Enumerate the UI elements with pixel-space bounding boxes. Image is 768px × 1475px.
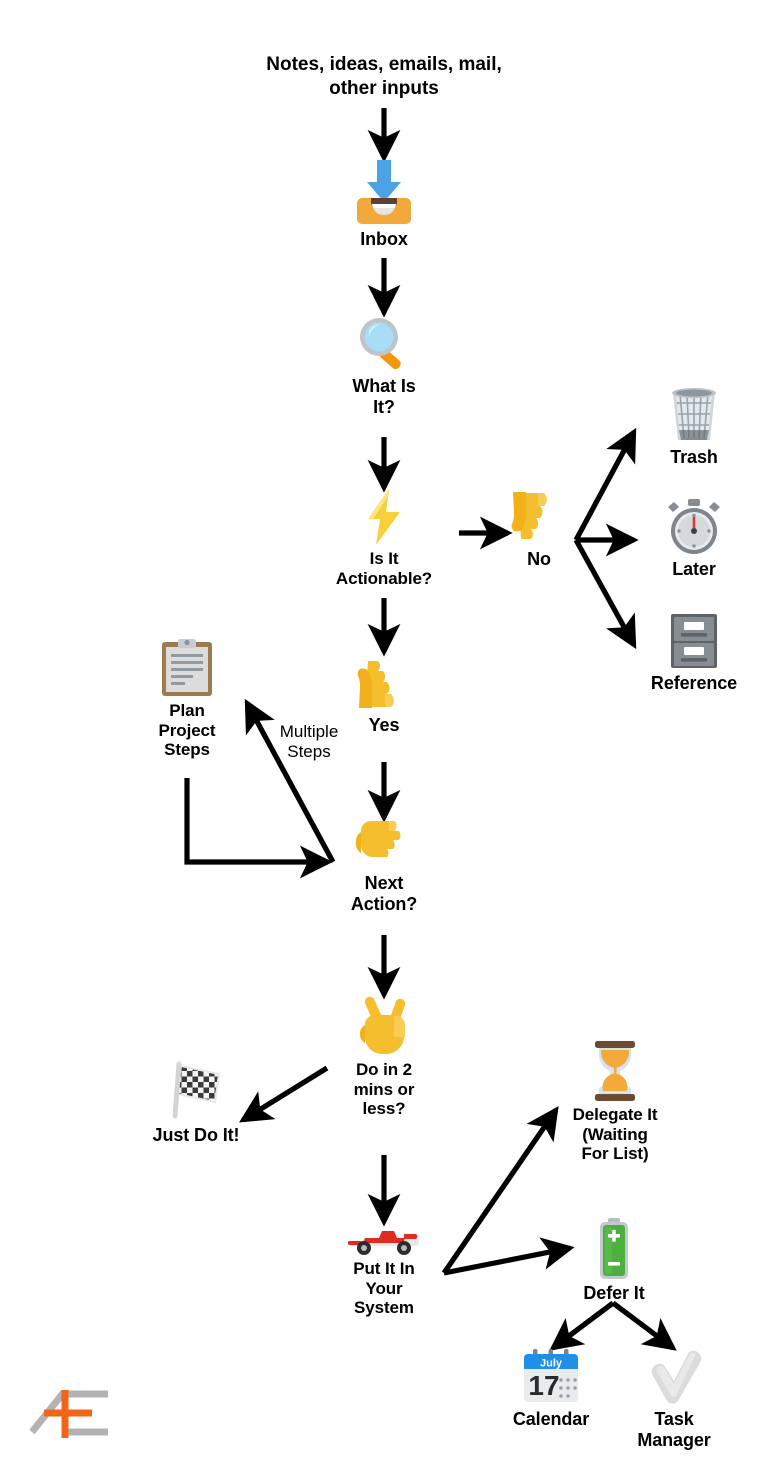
arrow-no-to-trash — [573, 427, 637, 542]
node-just-do-it: Just Do It! — [131, 1060, 261, 1146]
gtd-workflow-diagram: Notes, ideas, emails, mail, other inputs… — [0, 0, 768, 1475]
node-no-label: No — [527, 549, 551, 569]
node-two-minutes: Do in 2 mins or less? — [336, 995, 432, 1119]
node-later-label: Later — [672, 559, 716, 579]
hourglass-icon — [590, 1040, 640, 1102]
node-two-minutes-label: Do in 2 mins or less? — [353, 1060, 415, 1119]
arrow-defer-to-taskmanager — [611, 1300, 677, 1351]
node-just-do-it-label: Just Do It! — [152, 1125, 240, 1145]
calendar-icon: July 17 — [520, 1348, 582, 1406]
node-defer: Defer It — [568, 1218, 660, 1304]
node-trash-label: Trash — [670, 447, 718, 467]
node-inbox-label: Inbox — [360, 229, 408, 249]
node-next-action-label: Next Action? — [350, 873, 418, 914]
node-what-is-it: What Is It? — [334, 313, 434, 418]
node-is-it-actionable-label: Is It Actionable? — [335, 549, 433, 588]
thumbs-down-icon — [508, 488, 570, 546]
wastebasket-icon — [667, 386, 721, 444]
node-delegate-label: Delegate It (Waiting For List) — [572, 1105, 658, 1164]
node-delegate: Delegate It (Waiting For List) — [560, 1040, 670, 1164]
lightning-bolt-icon — [359, 488, 409, 546]
magnifying-glass-icon — [354, 313, 414, 373]
node-put-in-system-label: Put It In Your System — [353, 1259, 415, 1318]
asian-efficiency-logo — [29, 1380, 150, 1455]
thumbs-up-icon — [353, 652, 415, 712]
arrow-defer-to-calendar — [549, 1300, 615, 1351]
node-next-action: Next Action? — [334, 818, 434, 915]
chequered-flag-icon — [165, 1060, 227, 1122]
node-defer-label: Defer It — [583, 1283, 645, 1303]
calendar-day-text: 17 — [528, 1370, 559, 1401]
node-put-in-system: Put It In Your System — [332, 1222, 436, 1318]
node-task-manager: Task Manager — [624, 1348, 724, 1451]
arrow-putinsystem-to-defer — [443, 1237, 575, 1276]
node-yes-label: Yes — [368, 715, 400, 735]
node-task-manager-label: Task Manager — [637, 1409, 711, 1450]
node-reference-label: Reference — [650, 673, 738, 693]
node-later: Later — [648, 498, 740, 580]
clipboard-icon — [160, 638, 214, 698]
node-reference: Reference — [637, 612, 751, 694]
arrow-planproject-to-nextaction — [184, 778, 333, 879]
pointing-right-icon — [353, 818, 415, 870]
node-inbox: Inbox — [334, 158, 434, 250]
stopwatch-icon — [664, 498, 724, 556]
arrow-no-to-reference — [573, 538, 637, 650]
battery-icon — [596, 1218, 632, 1280]
file-cabinet-icon — [668, 612, 720, 670]
arrow-putinsystem-to-delegate — [441, 1106, 559, 1275]
check-mark-icon — [644, 1348, 704, 1406]
calendar-month-text: July — [540, 1358, 563, 1370]
node-calendar: July 17 Calendar — [498, 1348, 604, 1430]
inbox-tray-icon — [353, 158, 415, 226]
node-is-it-actionable: Is It Actionable? — [319, 488, 449, 588]
node-trash: Trash — [648, 386, 740, 468]
node-plan-project-steps-label: Plan Project Steps — [158, 701, 216, 760]
node-calendar-label: Calendar — [512, 1409, 590, 1429]
edge-label-multiple-steps: Multiple Steps — [279, 722, 339, 762]
diagram-headline: Notes, ideas, emails, mail, other inputs — [266, 54, 502, 100]
victory-hand-icon — [356, 995, 412, 1057]
racing-car-icon — [346, 1222, 422, 1256]
node-no: No — [498, 488, 580, 570]
node-what-is-it-label: What Is It? — [352, 376, 416, 417]
node-plan-project-steps: Plan Project Steps — [137, 638, 237, 760]
